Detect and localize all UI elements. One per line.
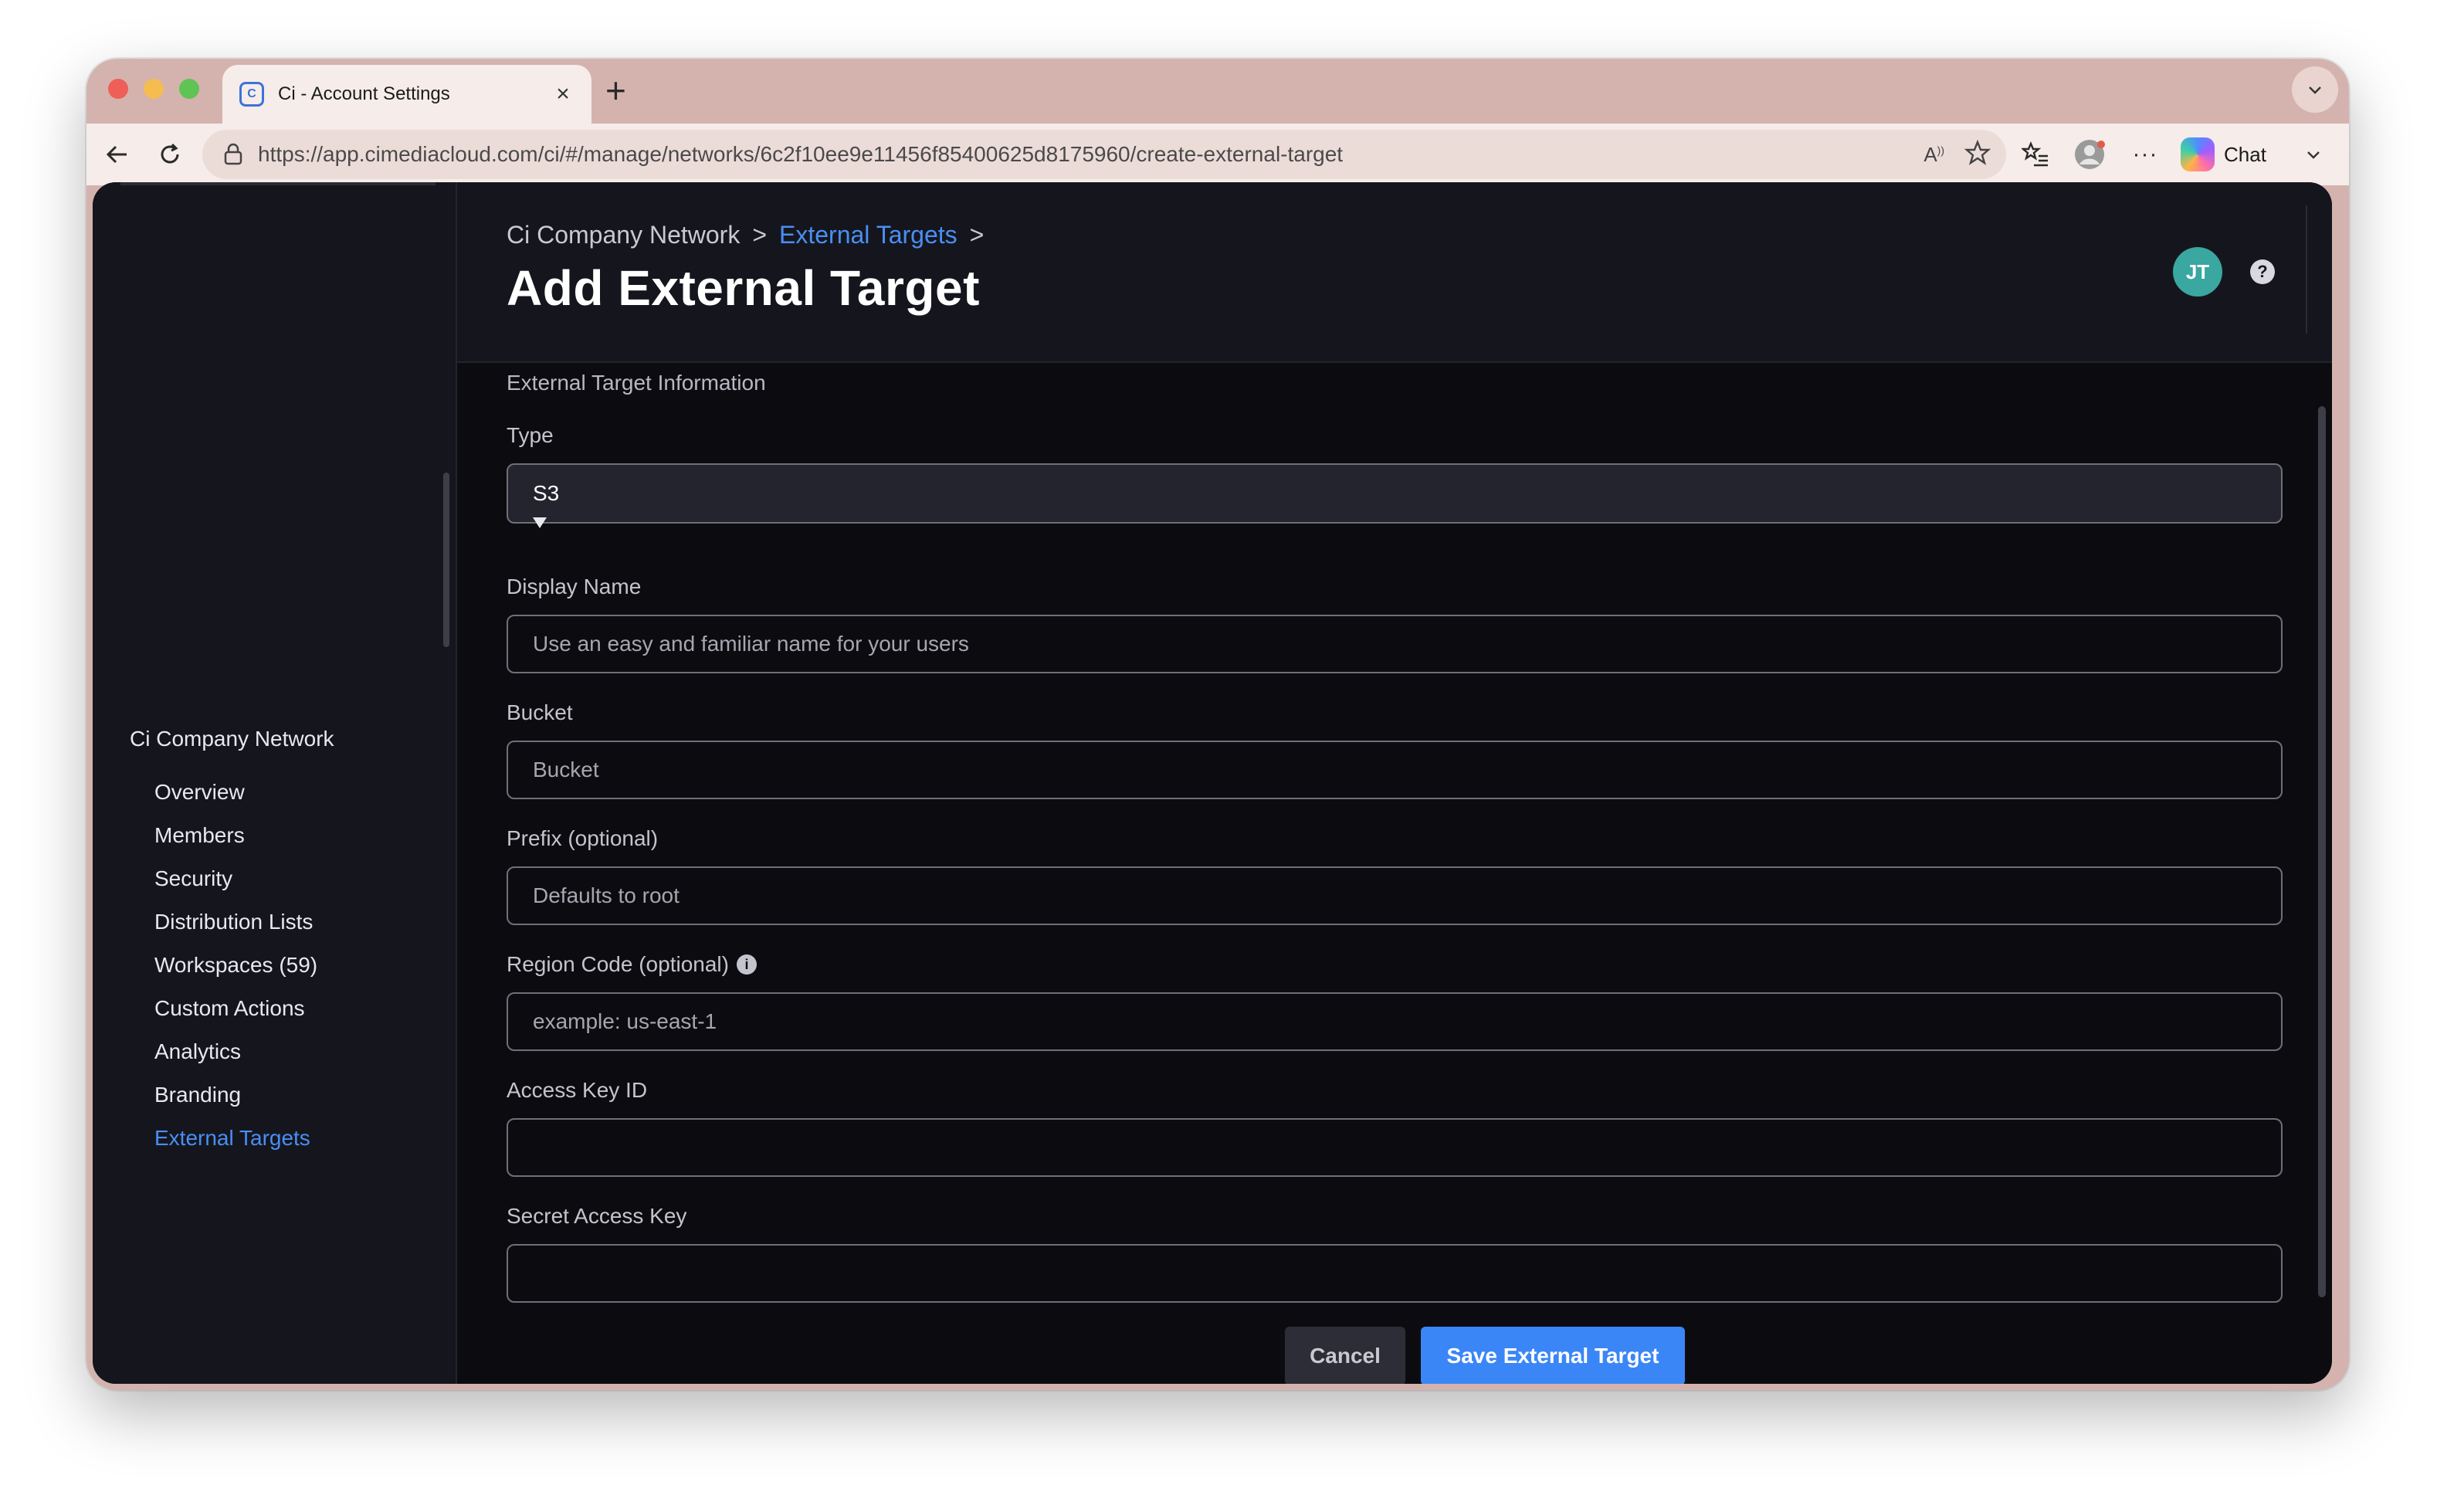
- save-external-target-button[interactable]: Save External Target: [1421, 1327, 1685, 1384]
- back-arrow-icon[interactable]: [99, 136, 136, 173]
- bucket-input[interactable]: [507, 741, 2283, 799]
- sidebar-item-branding[interactable]: Branding: [154, 1083, 317, 1126]
- sidebar-item-security[interactable]: Security: [154, 866, 317, 910]
- sidebar-network-heading[interactable]: Ci Company Network: [130, 727, 334, 751]
- display-name-label: Display Name: [507, 575, 642, 598]
- url-text[interactable]: https://app.cimediacloud.com/ci/#/manage…: [258, 142, 1924, 167]
- user-avatar[interactable]: JT: [2173, 247, 2222, 297]
- form-content: External Target Information Type S3 Disp…: [457, 363, 2332, 1384]
- main-panel: Ci Company Network > External Targets > …: [457, 182, 2332, 1384]
- breadcrumb-external-targets[interactable]: External Targets: [779, 221, 958, 249]
- tab-strip: C Ci - Account Settings × +: [86, 59, 2349, 124]
- sidebar-item-members[interactable]: Members: [154, 823, 317, 866]
- secret-key-input[interactable]: [507, 1244, 2283, 1303]
- favorite-star-icon[interactable]: [1964, 139, 1991, 170]
- type-label: Type: [507, 423, 554, 447]
- info-icon[interactable]: i: [736, 954, 757, 975]
- sidebar-nav: Overview Members Security Distribution L…: [154, 780, 317, 1169]
- page-header: Ci Company Network > External Targets > …: [457, 182, 2332, 363]
- header-divider: [2306, 205, 2307, 334]
- sidebar-item-external-targets[interactable]: External Targets: [154, 1126, 317, 1169]
- address-bar[interactable]: https://app.cimediacloud.com/ci/#/manage…: [202, 130, 2006, 179]
- reload-icon[interactable]: [151, 136, 188, 173]
- sidebar-scrollbar[interactable]: [443, 473, 449, 647]
- sidebar: Ci Company Network Overview Members Secu…: [93, 182, 457, 1384]
- caret-down-icon[interactable]: [533, 517, 547, 528]
- browser-toolbar: https://app.cimediacloud.com/ci/#/manage…: [86, 124, 2349, 185]
- copilot-icon: [2181, 137, 2215, 171]
- breadcrumb-network[interactable]: Ci Company Network: [507, 221, 740, 249]
- sidebar-item-workspaces[interactable]: Workspaces (59): [154, 953, 317, 996]
- prefix-input[interactable]: [507, 866, 2283, 925]
- page-title: Add External Target: [507, 260, 980, 316]
- access-key-label: Access Key ID: [507, 1078, 648, 1102]
- new-tab-icon[interactable]: +: [605, 69, 626, 111]
- cancel-button[interactable]: Cancel: [1285, 1327, 1405, 1384]
- more-options-icon[interactable]: ···: [2127, 136, 2164, 173]
- minimize-window-button[interactable]: [144, 79, 164, 99]
- breadcrumb-separator: >: [969, 221, 985, 249]
- help-icon[interactable]: ?: [2250, 259, 2275, 284]
- maximize-window-button[interactable]: [179, 79, 199, 99]
- access-key-input[interactable]: [507, 1118, 2283, 1177]
- tab-close-icon[interactable]: ×: [551, 81, 575, 107]
- secret-key-label: Secret Access Key: [507, 1204, 687, 1228]
- sidebar-divider: [120, 182, 436, 185]
- bucket-label: Bucket: [507, 700, 573, 724]
- region-label: Region Code (optional) i: [507, 952, 757, 977]
- app-viewport: Ci Company Network Overview Members Secu…: [93, 182, 2332, 1384]
- display-name-input[interactable]: [507, 615, 2283, 673]
- section-title: External Target Information: [507, 371, 766, 395]
- app-favicon-icon: C: [239, 82, 264, 107]
- region-label-text: Region Code (optional): [507, 952, 729, 976]
- browser-window: C Ci - Account Settings × + https://app.…: [86, 59, 2349, 1390]
- type-select[interactable]: S3: [507, 463, 2283, 524]
- sidebar-item-distribution-lists[interactable]: Distribution Lists: [154, 910, 317, 953]
- breadcrumb: Ci Company Network > External Targets >: [507, 221, 984, 249]
- read-aloud-icon[interactable]: A)): [1924, 143, 1944, 167]
- chat-label: Chat: [2224, 142, 2266, 166]
- chat-chevron-icon[interactable]: [2295, 136, 2332, 173]
- profile-icon[interactable]: [2071, 136, 2108, 173]
- favorites-list-icon[interactable]: [2017, 136, 2054, 173]
- region-input[interactable]: [507, 992, 2283, 1051]
- tab-title: Ci - Account Settings: [278, 83, 450, 104]
- sidebar-item-overview[interactable]: Overview: [154, 780, 317, 823]
- sidebar-item-analytics[interactable]: Analytics: [154, 1039, 317, 1083]
- content-scrollbar[interactable]: [2318, 406, 2326, 1297]
- prefix-label: Prefix (optional): [507, 826, 659, 850]
- browser-tab[interactable]: C Ci - Account Settings ×: [222, 65, 591, 124]
- tab-list-chevron-icon[interactable]: [2292, 66, 2338, 113]
- breadcrumb-separator: >: [752, 221, 767, 249]
- type-select-value: S3: [533, 481, 560, 505]
- lock-icon[interactable]: [218, 139, 249, 170]
- copilot-chat-button[interactable]: Chat: [2181, 133, 2266, 176]
- close-window-button[interactable]: [108, 79, 128, 99]
- sidebar-item-custom-actions[interactable]: Custom Actions: [154, 996, 317, 1039]
